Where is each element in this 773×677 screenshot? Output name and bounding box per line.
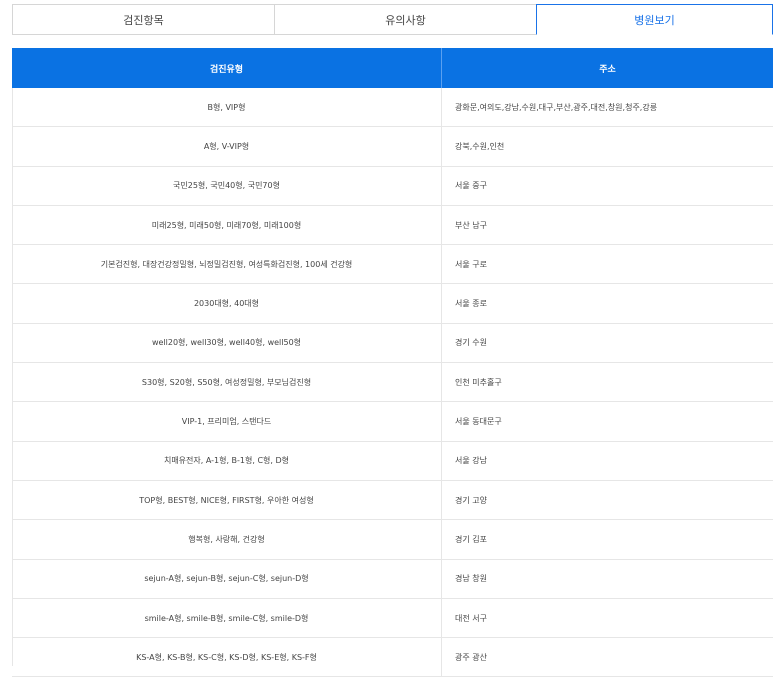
cell-address: 경기 고양 bbox=[455, 495, 487, 505]
cell-address: 서울 동대문구 bbox=[455, 417, 502, 427]
table-row: smile-A형, smile-B형, smile-C형, smile-D형 대전… bbox=[12, 598, 773, 639]
cell-address: 서울 중구 bbox=[455, 181, 487, 191]
table-row: S30형, S20형, S50형, 여성정밀형, 부모님검진형 인천 미추홀구 bbox=[12, 363, 773, 403]
cell-address: 경기 김포 bbox=[455, 534, 487, 544]
cell-address: 서울 구로 bbox=[455, 259, 487, 269]
cell-address: 부산 남구 bbox=[455, 220, 487, 230]
cell-checkup-type: S30형, S20형, S50형, 여성정밀형, 부모님검진형 bbox=[12, 363, 442, 402]
cell-checkup-type: KS-A형, KS-B형, KS-C형, KS-D형, KS-E형, KS-F형 bbox=[12, 638, 442, 677]
table-row: 2030대형, 40대형 서울 종로 bbox=[12, 284, 773, 324]
table-row: 치매유전자, A-1형, B-1형, C형, D형 서울 강남 bbox=[12, 441, 773, 481]
table-row: 미래25형, 미래50형, 미래70형, 미래100형 부산 남구 bbox=[12, 205, 773, 246]
table-body: B형, VIP형 광화문,여의도,강남,수원,대구,부산,광주,대전,창원,청주,… bbox=[12, 88, 773, 677]
cell-address: 서울 강남 bbox=[455, 456, 487, 466]
tab-checkup-items[interactable]: 검진항목 bbox=[12, 4, 274, 35]
tab-view-hospitals[interactable]: 병원보기 bbox=[536, 4, 773, 35]
table-row: well20형, well30형, well40형, well50형 경기 수원 bbox=[12, 323, 773, 364]
cell-checkup-type: B형, VIP형 bbox=[12, 88, 442, 127]
cell-address: 경남 창원 bbox=[455, 574, 487, 584]
cell-address: 서울 종로 bbox=[455, 299, 487, 309]
cell-checkup-type: sejun-A형, sejun-B형, sejun-C형, sejun-D형 bbox=[12, 559, 442, 598]
cell-checkup-type: 기본검진형, 대장건강정밀형, 뇌정밀검진형, 여성특화검진형, 100세 건강… bbox=[12, 245, 442, 284]
cell-address: 광화문,여의도,강남,수원,대구,부산,광주,대전,창원,청주,강릉 bbox=[455, 102, 658, 112]
table-row: VIP-1, 프리미엄, 스탠다드 서울 동대문구 bbox=[12, 402, 773, 442]
cell-checkup-type: 치매유전자, A-1형, B-1형, C형, D형 bbox=[12, 441, 442, 480]
hospital-table: 검진유형 주소 B형, VIP형 광화문,여의도,강남,수원,대구,부산,광주,대… bbox=[12, 48, 773, 677]
cell-address: 광주 광산 bbox=[455, 652, 487, 662]
table-row: sejun-A형, sejun-B형, sejun-C형, sejun-D형 경남… bbox=[12, 559, 773, 599]
cell-address: 인천 미추홀구 bbox=[455, 377, 502, 387]
cell-checkup-type: TOP형, BEST형, NICE형, FIRST형, 우아한 여성형 bbox=[12, 480, 442, 520]
cell-address: 강북,수원,인천 bbox=[455, 141, 505, 151]
cell-checkup-type: 국민25형, 국민40형, 국민70형 bbox=[12, 166, 442, 205]
table-row: B형, VIP형 광화문,여의도,강남,수원,대구,부산,광주,대전,창원,청주,… bbox=[12, 88, 773, 128]
tab-bar: 검진항목 유의사항 병원보기 bbox=[12, 4, 773, 35]
table-row: 행복형, 사랑해, 건강형 경기 김포 bbox=[12, 520, 773, 560]
cell-address: 경기 수원 bbox=[455, 338, 487, 348]
cell-checkup-type: smile-A형, smile-B형, smile-C형, smile-D형 bbox=[12, 598, 442, 638]
table-row: KS-A형, KS-B형, KS-C형, KS-D형, KS-E형, KS-F형… bbox=[12, 638, 773, 677]
header-address: 주소 bbox=[599, 64, 616, 75]
tab-precautions[interactable]: 유의사항 bbox=[274, 4, 536, 35]
table-header: 검진유형 주소 bbox=[12, 48, 773, 88]
cell-checkup-type: 행복형, 사랑해, 건강형 bbox=[12, 520, 442, 559]
table-row: TOP형, BEST형, NICE형, FIRST형, 우아한 여성형 경기 고양 bbox=[12, 480, 773, 521]
cell-checkup-type: well20형, well30형, well40형, well50형 bbox=[12, 323, 442, 363]
table-row: 기본검진형, 대장건강정밀형, 뇌정밀검진형, 여성특화검진형, 100세 건강… bbox=[12, 245, 773, 285]
cell-checkup-type: A형, V-VIP형 bbox=[12, 127, 442, 166]
table-row: A형, V-VIP형 강북,수원,인천 bbox=[12, 127, 773, 167]
cell-address: 대전 서구 bbox=[455, 613, 487, 623]
table-left-border bbox=[12, 88, 13, 666]
cell-checkup-type: 2030대형, 40대형 bbox=[12, 284, 442, 323]
table-row: 국민25형, 국민40형, 국민70형 서울 중구 bbox=[12, 166, 773, 206]
cell-checkup-type: VIP-1, 프리미엄, 스탠다드 bbox=[12, 402, 442, 441]
cell-checkup-type: 미래25형, 미래50형, 미래70형, 미래100형 bbox=[12, 205, 442, 245]
header-checkup-type: 검진유형 bbox=[12, 48, 442, 88]
